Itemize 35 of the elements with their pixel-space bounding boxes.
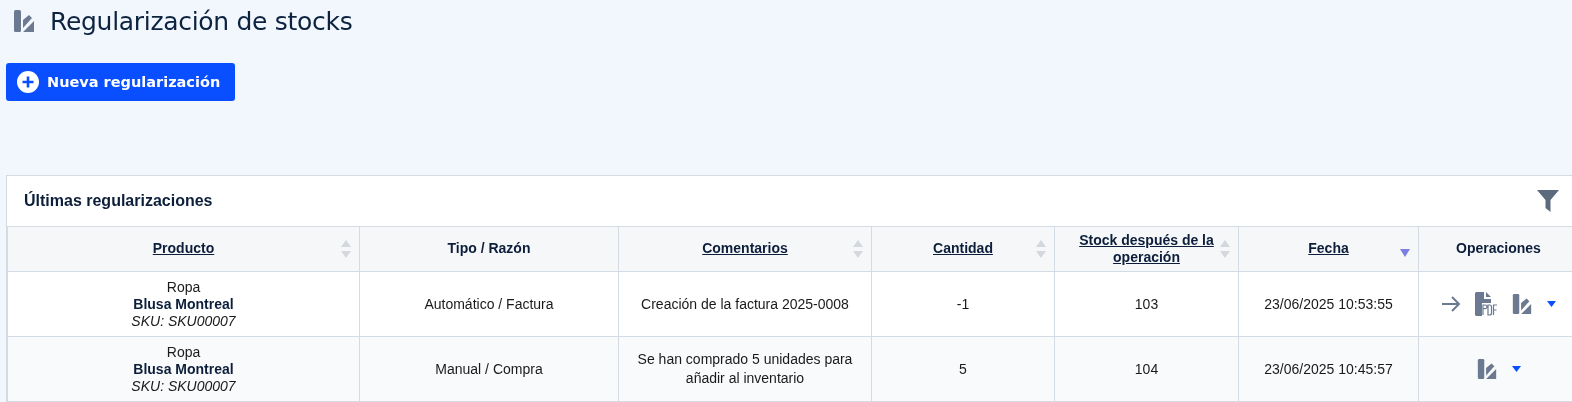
stock-icon[interactable]: [1511, 292, 1533, 316]
table-cell: 104: [1134, 361, 1159, 377]
new-regularization-button[interactable]: Nueva regularización: [6, 63, 236, 101]
table-cell: Automático / Factura: [424, 296, 554, 312]
table-cell: -1: [956, 296, 970, 312]
product-name: Blusa Montreal: [133, 295, 234, 313]
column-header[interactable]: Comentarios: [618, 227, 872, 272]
page-title: Regularización de stocks: [50, 6, 353, 36]
product-sku: SKU: SKU00007: [131, 377, 236, 395]
column-header[interactable]: Producto: [7, 227, 360, 272]
stock-icon[interactable]: [1476, 357, 1498, 381]
column-header[interactable]: Cantidad: [871, 227, 1055, 272]
column-header[interactable]: Fecha: [1238, 227, 1419, 272]
column-header: Operaciones: [1418, 227, 1572, 272]
panel-title: Últimas regularizaciones: [24, 192, 213, 210]
plus-circle-icon: [17, 71, 39, 93]
table-cell-text: Se han comprado 5 unidades para añadir al inventario: [636, 350, 854, 388]
table-cell: 103: [1134, 296, 1159, 312]
table-cell: 23/06/2025 10:45:57: [1264, 361, 1393, 377]
product-category: Ropa: [166, 343, 201, 361]
arrow-right-icon[interactable]: [1441, 296, 1461, 312]
caret-down-icon[interactable]: [1512, 366, 1521, 372]
stock-icon: [12, 9, 36, 33]
product-category: Ropa: [166, 278, 201, 296]
product-sku: SKU: SKU00007: [131, 312, 236, 330]
filter-icon[interactable]: [1537, 190, 1559, 212]
column-header: Tipo / Razón: [359, 227, 619, 272]
pdf-file-icon[interactable]: [1475, 292, 1497, 316]
table-cell: Manual / Compra: [435, 361, 543, 377]
table-cell: 5: [959, 361, 967, 377]
product-name: Blusa Montreal: [133, 360, 234, 378]
table-cell-text: Creación de la factura 2025-0008: [640, 294, 850, 314]
table-cell: 23/06/2025 10:53:55: [1264, 296, 1393, 312]
caret-down-icon[interactable]: [1547, 301, 1556, 307]
column-header[interactable]: Stock después de la operación: [1054, 227, 1239, 272]
